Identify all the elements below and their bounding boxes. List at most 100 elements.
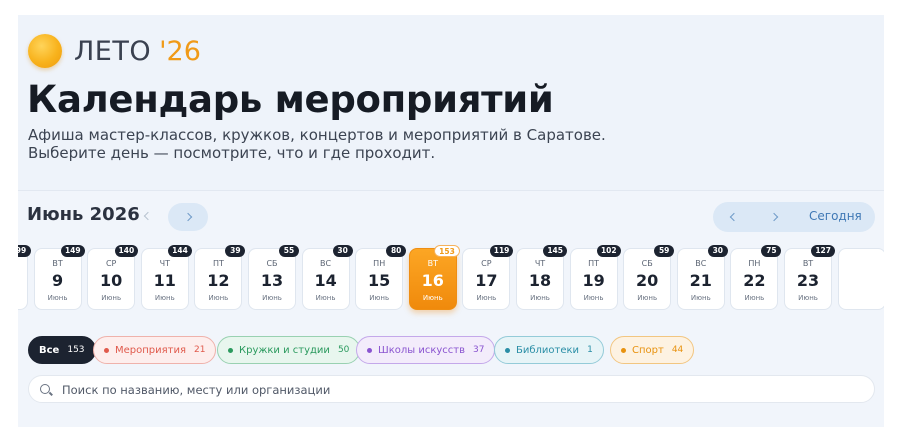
today-button[interactable]: Сегодня — [809, 209, 862, 223]
day-card-21[interactable]: ВС 21 Июнь 30 — [676, 245, 728, 310]
prev-month-button[interactable] — [138, 205, 158, 227]
day-card-20[interactable]: СБ 20 Июнь 59 — [623, 245, 675, 310]
day-card-11[interactable]: ЧТ 11 Июнь 144 — [140, 245, 192, 310]
next-days-button[interactable] — [763, 206, 785, 228]
day-card-partial[interactable] — [837, 248, 884, 310]
filter-chip-count: 37 — [473, 345, 485, 355]
filter-chip-count: 44 — [671, 345, 684, 355]
event-count-badge: 39 — [225, 245, 246, 257]
subtitle-line-1: Афиша мастер-классов, кружков, концертов… — [28, 126, 606, 144]
day-number: 20 — [636, 271, 659, 290]
day-number: 13 — [260, 271, 284, 290]
day-weekday: СБ — [641, 259, 653, 268]
filter-chip-4[interactable]: Библиотеки 1 — [494, 336, 604, 364]
day-card-22[interactable]: ПН 22 Июнь 75 — [730, 245, 782, 310]
day-number: 11 — [153, 271, 176, 290]
event-count-badge: 102 — [596, 245, 621, 257]
day-number: 14 — [314, 271, 337, 290]
search-input[interactable] — [62, 380, 852, 400]
filter-chip-label: Все — [39, 344, 60, 356]
day-weekday: СР — [481, 259, 492, 268]
day-weekday: ЧТ — [159, 259, 170, 268]
category-dot-icon — [505, 347, 510, 353]
day-card-12[interactable]: ПТ 12 Июнь 39 — [194, 245, 246, 310]
filter-chip-3[interactable]: Школы искусств 37 — [356, 336, 496, 364]
day-month: Июнь — [315, 294, 336, 302]
day-month: Июнь — [369, 294, 390, 302]
filter-chip-label: Мероприятия — [115, 344, 186, 356]
day-number: 16 — [421, 271, 444, 290]
day-weekday: ВТ — [52, 259, 63, 268]
filter-chip-label: Кружки и студии — [239, 344, 330, 356]
event-count-badge: 140 — [114, 245, 139, 257]
day-number: 17 — [475, 271, 498, 290]
day-card-14[interactable]: ВС 14 Июнь 30 — [301, 245, 353, 310]
day-card-19[interactable]: ПТ 19 Июнь 102 — [569, 245, 621, 310]
event-count-badge: 30 — [707, 245, 728, 257]
filter-chip-0[interactable]: Все 153 — [28, 336, 96, 364]
day-month: Июнь — [744, 294, 765, 302]
date-nav: Сегодня — [713, 202, 875, 232]
filter-chip-5[interactable]: Спорт 44 — [610, 336, 695, 364]
day-strip: 99 ВТ 9 Июнь 149 СР 10 Июнь 140 ЧТ 11 Июнь 144 ПТ 12 Ию… — [18, 245, 884, 316]
day-weekday: ВТ — [427, 259, 438, 268]
day-month: Июнь — [798, 294, 818, 302]
day-number: 9 — [52, 271, 64, 290]
day-card-17[interactable]: СР 17 Июнь 119 — [462, 245, 514, 310]
day-month: Июнь — [101, 294, 122, 302]
event-count-badge: 153 — [434, 245, 460, 257]
search-icon — [40, 384, 50, 394]
day-number: 10 — [100, 271, 123, 290]
chevron-right-icon — [183, 212, 193, 222]
category-dot-icon — [228, 347, 233, 353]
event-count-badge: 55 — [279, 245, 299, 257]
day-number: 22 — [743, 271, 766, 290]
page-subtitle: Афиша мастер-классов, кружков, концертов… — [28, 126, 606, 162]
event-count-badge: 149 — [60, 245, 85, 257]
day-card-18[interactable]: ЧТ 18 Июнь 145 — [516, 245, 567, 310]
brand-year: '26 — [159, 35, 201, 67]
event-count-badge: 145 — [543, 245, 567, 257]
category-dot-icon — [621, 347, 626, 353]
subtitle-line-2: Выберите день — посмотрите, что и где пр… — [28, 144, 436, 162]
day-weekday: ВС — [695, 259, 707, 268]
day-weekday: ЧТ — [534, 259, 546, 268]
filter-chip-count: 50 — [337, 345, 350, 355]
day-month: Июнь — [583, 294, 604, 302]
day-card-10[interactable]: СР 10 Июнь 140 — [87, 245, 139, 310]
prev-days-button[interactable] — [723, 206, 745, 228]
filter-chip-2[interactable]: Кружки и студии 50 — [217, 336, 361, 364]
day-month: Июнь — [422, 294, 443, 302]
day-card-13[interactable]: СБ 13 Июнь 55 — [248, 245, 299, 310]
next-month-button[interactable] — [168, 203, 208, 231]
day-number: 18 — [528, 271, 552, 290]
day-month: Июнь — [530, 294, 550, 302]
filter-chip-label: Библиотеки — [516, 344, 580, 356]
chevron-left-icon — [143, 211, 153, 221]
day-card-15[interactable]: ПН 15 Июнь 80 — [355, 245, 407, 310]
brand-name: ЛЕТО — [74, 35, 152, 67]
day-number: 19 — [582, 271, 605, 290]
day-card-partial[interactable]: 99 — [18, 245, 31, 310]
event-count-badge: 127 — [811, 245, 835, 257]
page-title: Календарь мероприятий — [27, 78, 554, 121]
month-label: Июнь 2026 — [27, 204, 140, 225]
filter-chip-count: 21 — [194, 345, 206, 355]
day-card-16[interactable]: ВТ 16 Июнь 153 — [408, 245, 460, 310]
event-count-badge: 80 — [386, 245, 407, 257]
day-month: Июнь — [262, 294, 282, 302]
filter-chip-count: 1 — [587, 345, 593, 355]
event-count-badge: 119 — [489, 245, 514, 257]
day-weekday: ПТ — [212, 259, 224, 268]
day-card-23[interactable]: ВТ 23 Июнь 127 — [784, 245, 835, 310]
day-card-9[interactable]: ВТ 9 Июнь 149 — [33, 245, 85, 310]
day-weekday: ПН — [373, 259, 386, 268]
day-month: Июнь — [690, 294, 711, 302]
category-dot-icon — [367, 347, 372, 353]
filter-chip-1[interactable]: Мероприятия 21 — [93, 336, 217, 364]
filter-chip-label: Школы искусств — [378, 344, 465, 356]
filter-chip-label: Спорт — [632, 344, 664, 356]
filter-chip-count: 153 — [67, 345, 85, 355]
day-month: Июнь — [154, 294, 175, 302]
main-panel: ЛЕТО '26 Календарь мероприятий Афиша мас… — [18, 15, 884, 427]
